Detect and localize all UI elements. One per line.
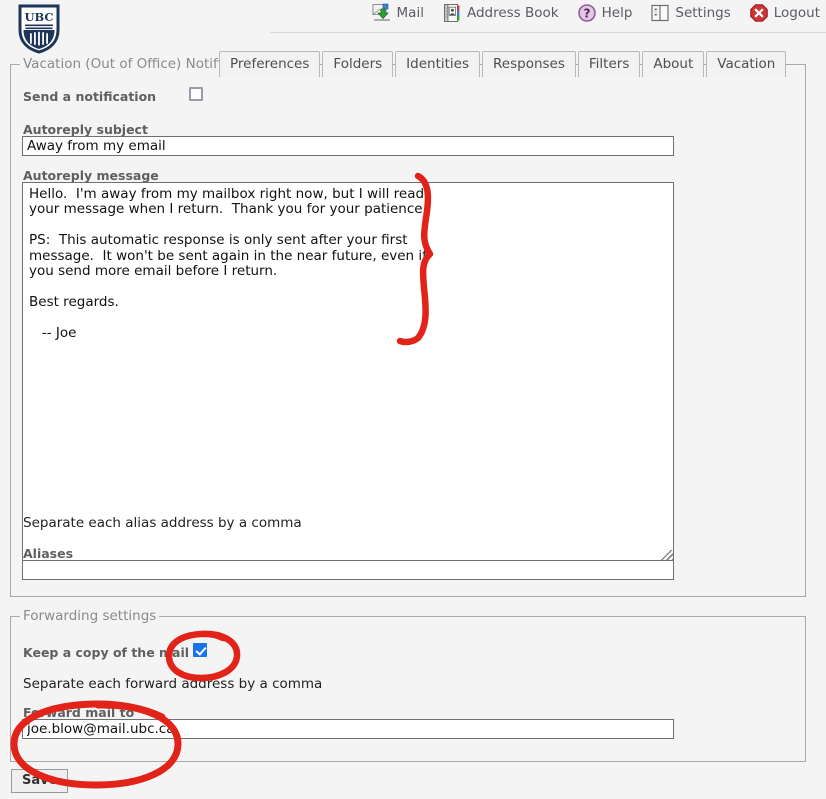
forward-mail-to-label: Forward mail to — [23, 705, 135, 720]
tab-identities[interactable]: Identities — [395, 51, 481, 77]
tab-vacation[interactable]: Vacation — [706, 51, 787, 77]
vacation-fieldset: Vacation (Out of Office) Notification Se… — [10, 56, 806, 597]
toolbar-label-logout: Logout — [773, 5, 820, 21]
tab-filters[interactable]: Filters — [577, 51, 641, 77]
alias-hint-text: Separate each alias address by a comma — [23, 515, 302, 531]
keep-copy-label: Keep a copy of the mail — [23, 645, 190, 660]
tab-folders[interactable]: Folders — [322, 51, 394, 77]
tab-about[interactable]: About — [642, 51, 705, 77]
tab-responses[interactable]: Responses — [482, 51, 576, 77]
send-notification-label: Send a notification — [23, 89, 157, 104]
keep-copy-checkbox[interactable] — [193, 643, 207, 657]
toolbar-item-settings[interactable]: Settings — [650, 3, 731, 23]
settings-tab-bar: Preferences Folders Identities Responses… — [219, 51, 788, 77]
save-button[interactable]: Save — [11, 769, 69, 793]
autoreply-message-wrapper — [22, 182, 674, 566]
forward-mail-to-input[interactable] — [22, 719, 674, 739]
aliases-label: Aliases — [23, 546, 74, 561]
toolbar-label-settings: Settings — [675, 5, 731, 21]
autoreply-subject-label: Autoreply subject — [23, 122, 148, 137]
aliases-input[interactable] — [22, 560, 674, 580]
vacation-settings-page: UBC Mail Address Book ? Help Settings Lo… — [0, 0, 826, 799]
app-header: UBC Mail Address Book ? Help Settings Lo… — [0, 0, 826, 54]
top-toolbar: Mail Address Book ? Help Settings Logout — [371, 3, 820, 23]
autoreply-message-label: Autoreply message — [23, 168, 159, 183]
mail-icon — [371, 3, 392, 23]
forwarding-fieldset: Forwarding settings Keep a copy of the m… — [10, 608, 806, 762]
forward-hint-text: Separate each forward address by a comma — [23, 676, 323, 692]
logout-icon — [749, 3, 769, 23]
send-notification-checkbox[interactable] — [189, 87, 203, 101]
header-divider — [270, 32, 826, 33]
autoreply-subject-input[interactable] — [22, 136, 674, 156]
address-book-icon — [442, 3, 462, 23]
settings-icon — [650, 3, 670, 23]
tab-preferences[interactable]: Preferences — [219, 51, 321, 77]
help-icon: ? — [577, 3, 597, 23]
toolbar-label-mail: Mail — [396, 5, 424, 21]
toolbar-item-address-book[interactable]: Address Book — [442, 3, 559, 23]
ubc-shield-logo: UBC — [17, 4, 61, 54]
toolbar-item-help[interactable]: ? Help — [577, 3, 633, 23]
toolbar-label-help: Help — [601, 5, 633, 21]
svg-text:?: ? — [583, 7, 590, 21]
toolbar-item-logout[interactable]: Logout — [749, 3, 820, 23]
logo-text: UBC — [24, 10, 53, 24]
forwarding-fieldset-legend: Forwarding settings — [20, 608, 160, 624]
toolbar-label-address-book: Address Book — [466, 5, 559, 21]
autoreply-message-textarea[interactable] — [22, 182, 674, 566]
toolbar-item-mail[interactable]: Mail — [371, 3, 424, 23]
